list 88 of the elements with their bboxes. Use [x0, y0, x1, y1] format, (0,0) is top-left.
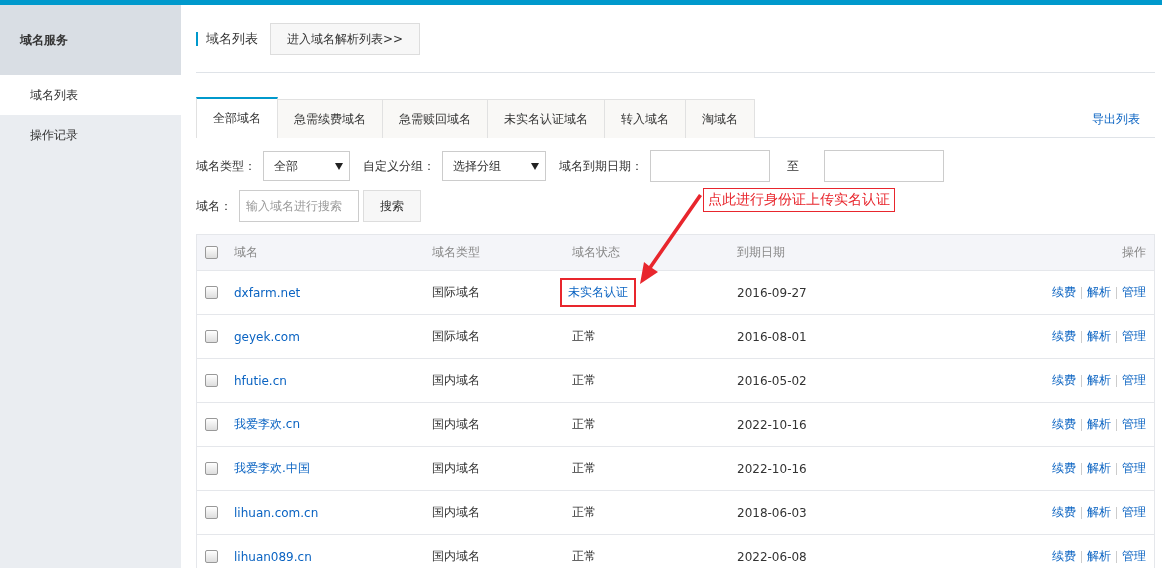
checkbox[interactable] — [205, 246, 218, 259]
table-cell-text: 2016-09-27 — [737, 285, 808, 300]
tab[interactable]: 未实名认证域名 — [487, 99, 605, 138]
tab[interactable]: 全部域名 — [196, 97, 278, 138]
search-field[interactable]: 输入域名进行搜索 — [239, 190, 359, 222]
field-label: 自定义分组： — [363, 157, 435, 175]
action-link[interactable]: 管理 — [1122, 504, 1146, 521]
action-link[interactable]: 管理 — [1122, 328, 1146, 345]
sidebar-item[interactable]: 操作记录 — [0, 115, 181, 155]
checkbox[interactable] — [205, 286, 218, 299]
domain-link[interactable]: lihuan.com.cn — [234, 505, 432, 520]
table-cell-text: 国内域名 — [432, 372, 481, 389]
action-link[interactable]: 管理 — [1122, 460, 1146, 477]
field-label: 域名到期日期： — [559, 157, 643, 175]
domain-link[interactable]: 我爱李欢.中国 — [234, 460, 432, 477]
column-header: 到期日期 — [737, 244, 786, 261]
tab[interactable]: 转入域名 — [604, 99, 686, 138]
table-cell-text: 国际域名 — [432, 284, 481, 301]
table-cell: 正常 — [572, 328, 596, 345]
tab[interactable]: 急需赎回域名 — [382, 99, 488, 138]
column-header: 域名类型 — [432, 244, 481, 261]
checkbox[interactable] — [205, 374, 218, 387]
checkbox[interactable] — [205, 506, 218, 519]
tab[interactable]: 淘域名 — [685, 99, 755, 138]
field-label: 域名类型： — [196, 157, 256, 175]
table-cell: 正常 — [572, 460, 596, 477]
domain-link[interactable]: hfutie.cn — [234, 373, 432, 388]
action-link[interactable]: 管理 — [1122, 416, 1146, 433]
checkbox[interactable] — [205, 550, 218, 563]
action-link[interactable]: 续费 — [1052, 548, 1076, 565]
field-label: 域名： — [196, 197, 232, 215]
domain-link[interactable]: 我爱李欢.cn — [234, 416, 432, 433]
action-link[interactable]: 续费 — [1052, 372, 1076, 389]
search-button[interactable]: 搜索 — [363, 190, 421, 222]
action-link[interactable]: 解析 — [1087, 460, 1111, 477]
domain-link[interactable]: lihuan089.cn — [234, 549, 432, 564]
column-header: 域名 — [234, 244, 259, 261]
group-select[interactable]: 选择分组 — [442, 151, 546, 181]
action-link[interactable]: 解析 — [1087, 548, 1111, 565]
table-cell-text: 2022-06-08 — [737, 549, 808, 564]
table-cell-text: 2022-10-16 — [737, 417, 808, 432]
table-cell: 正常 — [572, 416, 596, 433]
action-link[interactable]: 解析 — [1087, 284, 1111, 301]
dns-list-button[interactable]: 进入域名解析列表>> — [270, 23, 421, 55]
sidebar-item[interactable]: 域名列表 — [0, 75, 181, 115]
checkbox[interactable] — [205, 462, 218, 475]
checkbox[interactable] — [205, 330, 218, 343]
range-separator: 至 — [787, 157, 799, 175]
action-link[interactable]: 解析 — [1087, 328, 1111, 345]
table-cell-text: 2018-06-03 — [737, 505, 808, 520]
table-cell-text: 国内域名 — [432, 504, 481, 521]
domain-link[interactable]: geyek.com — [234, 329, 432, 344]
table-cell: 正常 — [572, 548, 596, 565]
caret-icon — [531, 162, 539, 170]
domain-link[interactable]: dxfarm.net — [234, 285, 432, 300]
page-title: 域名列表 — [196, 32, 258, 46]
action-link[interactable]: 解析 — [1087, 372, 1111, 389]
export-link[interactable]: 导出列表 — [1092, 111, 1140, 128]
action-link[interactable]: 续费 — [1052, 504, 1076, 521]
action-link[interactable]: 解析 — [1087, 416, 1111, 433]
table-cell-text: 国际域名 — [432, 328, 481, 345]
table-cell-text: 国内域名 — [432, 460, 481, 477]
caret-icon — [335, 162, 343, 170]
action-link[interactable]: 管理 — [1122, 548, 1146, 565]
checkbox[interactable] — [205, 418, 218, 431]
action-link[interactable]: 续费 — [1052, 460, 1076, 477]
type-select[interactable]: 全部 — [263, 151, 350, 181]
table-cell: 正常 — [572, 504, 596, 521]
table-cell-text: 2016-08-01 — [737, 329, 808, 344]
action-link[interactable]: 续费 — [1052, 284, 1076, 301]
end-date-field[interactable] — [824, 150, 944, 182]
table-cell-text: 2022-10-16 — [737, 461, 808, 476]
action-link[interactable]: 续费 — [1052, 328, 1076, 345]
start-date-field[interactable] — [650, 150, 770, 182]
annotation-callout: 点此进行身份证上传实名认证 — [703, 188, 895, 212]
column-header: 域名状态 — [572, 244, 621, 261]
table-cell: 正常 — [572, 372, 596, 389]
tab[interactable]: 急需续费域名 — [277, 99, 383, 138]
status-link[interactable]: 未实名认证 — [560, 278, 636, 307]
table-cell-text: 国内域名 — [432, 548, 481, 565]
table-cell-text: 2016-05-02 — [737, 373, 808, 388]
action-link[interactable]: 解析 — [1087, 504, 1111, 521]
action-link[interactable]: 管理 — [1122, 372, 1146, 389]
column-header: 操作 — [1122, 244, 1147, 261]
table-cell-text: 国内域名 — [432, 416, 481, 433]
action-link[interactable]: 管理 — [1122, 284, 1146, 301]
action-link[interactable]: 续费 — [1052, 416, 1076, 433]
sidebar-title: 域名服务 — [0, 5, 181, 75]
